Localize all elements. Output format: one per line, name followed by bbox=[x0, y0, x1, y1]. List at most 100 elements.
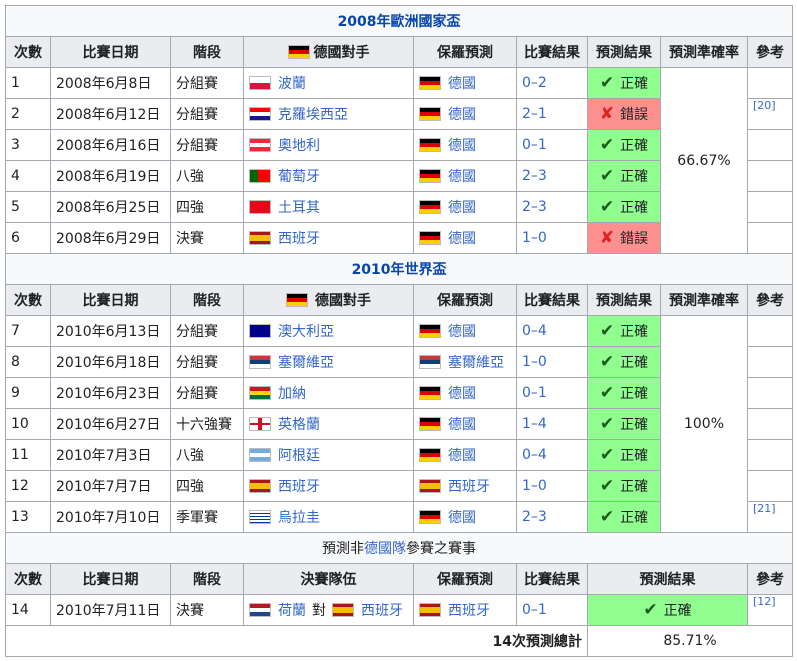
match-score[interactable]: 2–3 bbox=[516, 191, 588, 223]
match-stage: 十六強賽 bbox=[170, 408, 244, 440]
predicted-team-link[interactable]: 德國 bbox=[448, 448, 476, 464]
match-score[interactable]: 1–0 bbox=[516, 222, 588, 254]
table-row: 7 2010年6月13日 分組賽 澳大利亞 德國 0–4 ✔ 正確 100% bbox=[5, 315, 794, 533]
predicted-team-link[interactable]: 德國 bbox=[448, 231, 476, 247]
match-score[interactable]: 1–0 bbox=[516, 346, 588, 378]
opponent-link[interactable]: 克羅埃西亞 bbox=[278, 107, 348, 123]
score-link[interactable]: 1–4 bbox=[522, 416, 547, 432]
match-score[interactable]: 0–4 bbox=[516, 315, 588, 347]
header-row: 次數 比賽日期 階段 德國對手 保羅預測 比賽結果 預測結果 預測準確率 參考 bbox=[5, 36, 794, 68]
germany-team-link[interactable]: 德國隊 bbox=[364, 541, 406, 557]
outcome-label: 正確 bbox=[620, 386, 649, 402]
predicted-team-link[interactable]: 德國 bbox=[448, 107, 476, 123]
score-link[interactable]: 2–3 bbox=[522, 509, 547, 525]
match-stage: 分組賽 bbox=[170, 315, 244, 347]
predicted-team-link[interactable]: 德國 bbox=[448, 510, 476, 526]
opponent-link[interactable]: 西班牙 bbox=[278, 479, 320, 495]
section-title-wc2010[interactable]: 2010年世界盃 bbox=[4, 253, 794, 285]
opponent-link[interactable]: 澳大利亞 bbox=[278, 324, 334, 340]
match-score[interactable]: 0–1 bbox=[516, 377, 588, 409]
prediction-cell: 西班牙 bbox=[413, 470, 517, 502]
reference-link[interactable]: [21] bbox=[753, 503, 776, 516]
spain-link[interactable]: 西班牙 bbox=[361, 603, 403, 619]
match-score[interactable]: 1–4 bbox=[516, 408, 588, 440]
match-number: 14 bbox=[5, 594, 51, 626]
rs-flag-icon bbox=[249, 355, 271, 369]
score-link[interactable]: 0–1 bbox=[522, 385, 547, 401]
predicted-team-link[interactable]: 德國 bbox=[448, 169, 476, 185]
reference-cell bbox=[746, 129, 794, 161]
score-link[interactable]: 2–1 bbox=[522, 106, 547, 122]
col-opponent-label: 德國對手 bbox=[315, 293, 371, 309]
opponent-link[interactable]: 烏拉圭 bbox=[278, 510, 320, 526]
section-title-non-germany: 預測非德國隊參賽之賽事 bbox=[4, 532, 794, 564]
de-flag-icon bbox=[286, 293, 308, 307]
match-score[interactable]: 0–2 bbox=[516, 67, 588, 99]
outcome-label: 錯誤 bbox=[620, 107, 649, 123]
score-link[interactable]: 0–4 bbox=[522, 447, 547, 463]
opponent-cell: 克羅埃西亞 bbox=[243, 98, 414, 130]
score-link[interactable]: 1–0 bbox=[522, 230, 547, 246]
total-row: 14次預測總計 85.71% bbox=[5, 625, 794, 657]
table-row: 1 2008年6月8日 分組賽 波蘭 德國 0–2 ✔ 正確 66.67% bbox=[5, 67, 794, 254]
score-link[interactable]: 0–1 bbox=[522, 137, 547, 153]
score-link[interactable]: 2–3 bbox=[522, 199, 547, 215]
predicted-team-link[interactable]: 塞爾維亞 bbox=[448, 355, 504, 371]
predicted-team-link[interactable]: 德國 bbox=[448, 417, 476, 433]
prediction-outcome: ✘ 錯誤 bbox=[587, 98, 661, 130]
score-link[interactable]: 0–4 bbox=[522, 323, 547, 339]
reference-cell: [21] bbox=[746, 501, 794, 533]
cross-mark-icon: ✘ bbox=[599, 104, 615, 124]
predicted-team-link[interactable]: 西班牙 bbox=[448, 479, 490, 495]
netherlands-link[interactable]: 荷蘭 bbox=[278, 603, 306, 619]
opponent-cell: 塞爾維亞 bbox=[243, 346, 414, 378]
opponent-link[interactable]: 英格蘭 bbox=[278, 417, 320, 433]
prediction-outcome: ✔ 正確 bbox=[587, 346, 661, 378]
score-link[interactable]: 0–2 bbox=[522, 75, 547, 91]
col-ref: 參考 bbox=[746, 284, 794, 316]
title-suffix: 參賽之賽事 bbox=[406, 541, 477, 557]
match-score[interactable]: 1–0 bbox=[516, 470, 588, 502]
opponent-link[interactable]: 土耳其 bbox=[278, 200, 320, 216]
opponent-link[interactable]: 西班牙 bbox=[278, 231, 320, 247]
reference-cell bbox=[746, 346, 794, 378]
prediction-cell: 德國 bbox=[413, 408, 517, 440]
match-number: 9 bbox=[5, 377, 51, 409]
predicted-team-link[interactable]: 德國 bbox=[448, 138, 476, 154]
match-score[interactable]: 2–3 bbox=[516, 160, 588, 192]
match-score[interactable]: 0–1 bbox=[516, 129, 588, 161]
score-link[interactable]: 1–0 bbox=[522, 478, 547, 494]
reference-link[interactable]: [12] bbox=[753, 596, 776, 609]
opponent-cell: 土耳其 bbox=[243, 191, 414, 223]
predicted-team-link[interactable]: 德國 bbox=[448, 200, 476, 216]
predicted-team-link[interactable]: 西班牙 bbox=[448, 603, 490, 619]
opponent-link[interactable]: 塞爾維亞 bbox=[278, 355, 334, 371]
col-prediction: 保羅預測 bbox=[413, 563, 517, 595]
match-number: 1 bbox=[5, 67, 51, 99]
reference-link[interactable]: [20] bbox=[753, 100, 776, 113]
score-link[interactable]: 1–0 bbox=[522, 354, 547, 370]
predicted-team-link[interactable]: 德國 bbox=[448, 324, 476, 340]
section-title-euro2008[interactable]: 2008年歐洲國家盃 bbox=[4, 5, 794, 37]
col-date: 比賽日期 bbox=[50, 36, 171, 68]
check-mark-icon: ✔ bbox=[599, 197, 615, 217]
predicted-team-link[interactable]: 德國 bbox=[448, 76, 476, 92]
opponent-link[interactable]: 奧地利 bbox=[278, 138, 320, 154]
score-link[interactable]: 0–1 bbox=[522, 602, 547, 618]
pt-flag-icon bbox=[249, 169, 271, 183]
match-score[interactable]: 2–1 bbox=[516, 98, 588, 130]
opponent-link[interactable]: 葡萄牙 bbox=[278, 169, 320, 185]
opponent-link[interactable]: 加納 bbox=[278, 386, 306, 402]
match-score[interactable]: 2–3 bbox=[516, 501, 588, 533]
opponent-link[interactable]: 阿根廷 bbox=[278, 448, 320, 464]
score-link[interactable]: 2–3 bbox=[522, 168, 547, 184]
match-score[interactable]: 0–4 bbox=[516, 439, 588, 471]
outcome-label: 正確 bbox=[620, 324, 649, 340]
finalists-cell: 荷蘭對 西班牙 bbox=[243, 594, 414, 626]
opponent-link[interactable]: 波蘭 bbox=[278, 76, 306, 92]
header-row: 次數 比賽日期 階段 決賽隊伍 保羅預測 比賽結果 預測結果 參考 bbox=[5, 563, 794, 595]
predicted-team-link[interactable]: 德國 bbox=[448, 386, 476, 402]
match-score[interactable]: 0–1 bbox=[516, 594, 588, 626]
opponent-cell: 奧地利 bbox=[243, 129, 414, 161]
pl-flag-icon bbox=[249, 76, 271, 90]
